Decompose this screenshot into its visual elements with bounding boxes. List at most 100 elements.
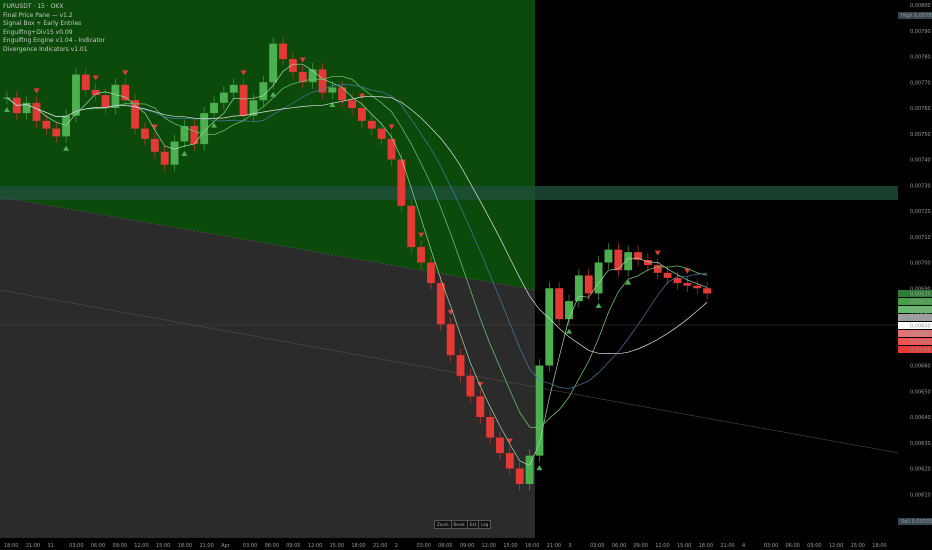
candle-body[interactable] [160,151,169,165]
candle-body[interactable] [703,288,711,294]
candle-body[interactable] [604,249,613,263]
candle-body[interactable] [693,285,702,289]
candle-body[interactable] [121,84,130,101]
candle-body[interactable] [32,102,41,121]
candle-body[interactable] [150,138,159,152]
candle-body[interactable] [417,247,426,263]
time-tick-label: 09:00 [634,543,648,549]
candle-body[interactable] [407,205,416,248]
candle-body[interactable] [239,84,248,116]
candle-body[interactable] [259,82,268,101]
reset-button[interactable]: Reset [452,521,468,528]
candle-body[interactable] [367,120,376,129]
candle-body[interactable] [101,95,110,108]
time-tick-label: 15:00 [156,543,170,549]
candle-body[interactable] [62,115,71,137]
legend-indicator[interactable]: Engulfing+Div15 v0.09 [3,29,105,38]
candle-body[interactable] [52,128,61,137]
candle-body[interactable] [663,272,672,278]
candle-body[interactable] [308,69,317,83]
chart-controls: Zoom Reset Ext Log [434,520,492,529]
candle-body[interactable] [269,43,278,83]
price-tick-label: 0,00770 [910,80,931,86]
candle-body[interactable] [466,375,475,397]
candle-body[interactable] [91,89,100,96]
candle-body[interactable] [387,138,396,160]
price-tick-label: 0,00740 [910,158,931,164]
candle-body[interactable] [486,417,495,438]
legend-indicator[interactable]: Final Price Pane — v1.2 [3,12,105,21]
candle-body[interactable] [288,59,297,72]
candle-body[interactable] [594,262,603,294]
price-chart[interactable]: 0,00800 0,00790 0,00780 0,00770 0,00760 0,007… [0,0,932,550]
candle-body[interactable] [496,437,504,454]
zoom-button[interactable]: Zoom [435,521,452,528]
time-tick-label: 12:00 [482,543,496,549]
candle-body[interactable] [190,126,199,145]
chart-window: 0,00800 0,00790 0,00780 0,00770 0,00760 0,007… [0,0,932,550]
price-tag-label: 0,00600 [910,324,931,330]
candle-body[interactable] [170,141,179,165]
candle-body[interactable] [584,275,593,294]
price-tag-label: 0,00590 [910,340,931,346]
candle-body[interactable] [377,128,386,139]
candle-body[interactable] [111,84,120,108]
legend-indicator[interactable]: Engulfing Engine v1.04 - Indicator [3,37,105,46]
candle-body[interactable] [141,128,149,139]
low-tag-label: Sell 0,00335 [901,519,932,525]
price-tick-label: 0,00660 [910,364,931,370]
time-tick-label: 09:00 [460,543,474,549]
candle-body[interactable] [683,283,692,286]
candle-body[interactable] [427,262,435,284]
candle-body[interactable] [436,283,445,325]
candle-body[interactable] [348,100,356,108]
resistance-band [0,186,910,200]
time-tick-label: 09:00 [113,543,127,549]
candle-body[interactable] [574,275,583,302]
time-tick-label: 12:00 [134,543,148,549]
candle-body[interactable] [545,288,554,366]
candle-body[interactable] [653,265,662,273]
candle-body[interactable] [614,249,623,271]
candle-body[interactable] [131,100,140,129]
ext-button[interactable]: Ext [468,521,480,528]
candle-body[interactable] [328,87,337,93]
high-tag-label: High 0,00785 [901,13,932,19]
time-tick-label: 12:00 [655,543,669,549]
candle-body[interactable] [515,468,524,484]
candle-body[interactable] [81,74,90,90]
legend-symbol[interactable]: FURUSDT · 15 · OKX [3,3,105,12]
time-tick-label: 3 [568,543,571,549]
candle-body[interactable] [72,74,80,116]
time-tick-label: Apr [221,543,231,549]
candle-body[interactable] [555,288,564,320]
price-tag-label: 0,00620 [910,292,931,298]
price-tick-label: 0,00760 [910,106,931,112]
candle-body[interactable] [338,87,347,101]
time-tick-label: 15:00 [330,543,344,549]
candle-body[interactable] [476,396,485,417]
candle-body[interactable] [446,324,455,356]
time-tick-label: 18:00 [525,543,539,549]
candle-body[interactable] [505,453,514,469]
candle-body[interactable] [456,355,465,376]
candle-body[interactable] [210,102,218,114]
price-tag-label: 0,00610 [910,308,931,314]
log-button[interactable]: Log [479,521,490,528]
candle-body[interactable] [279,43,287,60]
time-tick-label: 06:00 [264,543,278,549]
time-tick-label: 21:00 [720,543,734,549]
candle-body[interactable] [565,301,573,320]
legend-indicator[interactable]: Signal Box + Early Entries [3,20,105,29]
time-tick-label: 18:00 [4,543,18,549]
candle-body[interactable] [673,277,682,284]
price-tick-label: 0,00640 [910,415,931,421]
buy-signal-icon [536,465,543,471]
legend-indicator[interactable]: Divergence Indicators v1.01 [3,46,105,55]
candle-body[interactable] [219,92,228,103]
candle-body[interactable] [229,84,238,93]
time-tick-label: 21:00 [547,543,561,549]
candle-body[interactable] [318,69,327,93]
candle-body[interactable] [358,108,366,121]
candle-body[interactable] [42,120,51,129]
